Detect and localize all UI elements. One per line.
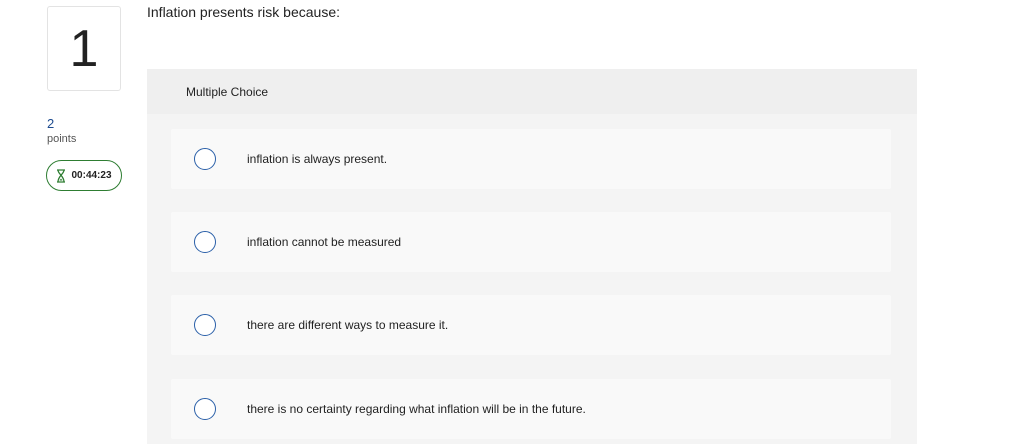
option-2[interactable]: inflation cannot be measured <box>171 212 891 272</box>
timer-badge: 00:44:23 <box>46 160 122 191</box>
question-text: Inflation presents risk because: <box>147 4 340 20</box>
radio-button[interactable] <box>194 148 216 170</box>
hourglass-icon <box>56 168 66 183</box>
options-list: inflation is always present. inflation c… <box>147 114 917 444</box>
option-label: there are different ways to measure it. <box>247 318 449 332</box>
radio-button[interactable] <box>194 314 216 336</box>
quiz-page: 1 2 points 00:44:23 Inflation presents r… <box>0 0 1024 444</box>
radio-button[interactable] <box>194 231 216 253</box>
panel-header: Multiple Choice <box>147 69 917 114</box>
timer-text: 00:44:23 <box>71 170 112 181</box>
multiple-choice-panel: Multiple Choice inflation is always pres… <box>147 69 917 444</box>
option-1[interactable]: inflation is always present. <box>171 129 891 189</box>
option-label: inflation cannot be measured <box>247 235 402 249</box>
points-label: points <box>47 133 77 145</box>
points-value: 2 <box>47 116 55 131</box>
option-label: inflation is always present. <box>247 152 388 166</box>
option-label: there is no certainty regarding what inf… <box>247 402 586 416</box>
question-number: 1 <box>47 6 121 91</box>
option-3[interactable]: there are different ways to measure it. <box>171 295 891 355</box>
radio-button[interactable] <box>194 398 216 420</box>
option-4[interactable]: there is no certainty regarding what inf… <box>171 379 891 439</box>
